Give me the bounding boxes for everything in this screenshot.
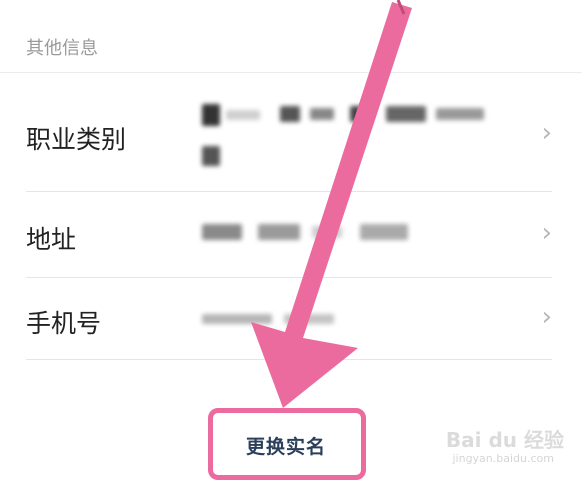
row-phone[interactable]: 手机号 ›: [0, 278, 582, 360]
row-label: 手机号: [26, 309, 102, 338]
chevron-right-icon: ›: [541, 302, 552, 332]
baidu-jingyan-watermark: Bai du 经验: [445, 428, 564, 452]
highlight-box: [208, 408, 366, 480]
watermark-url: jingyan.baidu.com: [452, 452, 554, 465]
row-divider: [26, 359, 552, 360]
chevron-right-icon: ›: [541, 118, 552, 148]
blurred-value: [200, 218, 500, 248]
blurred-value: [200, 306, 500, 332]
row-label: 职业类别: [26, 125, 127, 154]
blurred-value: [200, 100, 500, 170]
row-label: 地址: [26, 225, 77, 254]
chevron-right-icon: ›: [541, 218, 552, 248]
row-occupation[interactable]: 职业类别 ›: [0, 78, 582, 192]
section-divider: [0, 72, 582, 73]
section-title: 其他信息: [26, 38, 98, 59]
row-address[interactable]: 地址 ›: [0, 192, 582, 278]
